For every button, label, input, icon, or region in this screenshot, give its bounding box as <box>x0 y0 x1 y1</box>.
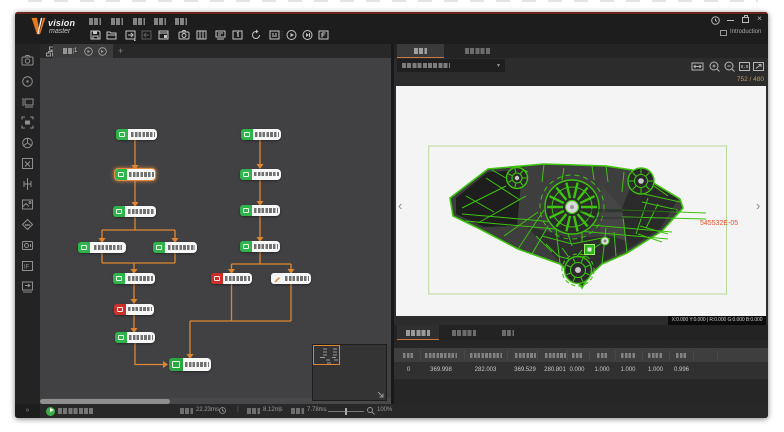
svg-text:IF: IF <box>24 265 30 271</box>
svg-text:545532E-05: 545532E-05 <box>700 220 738 227</box>
